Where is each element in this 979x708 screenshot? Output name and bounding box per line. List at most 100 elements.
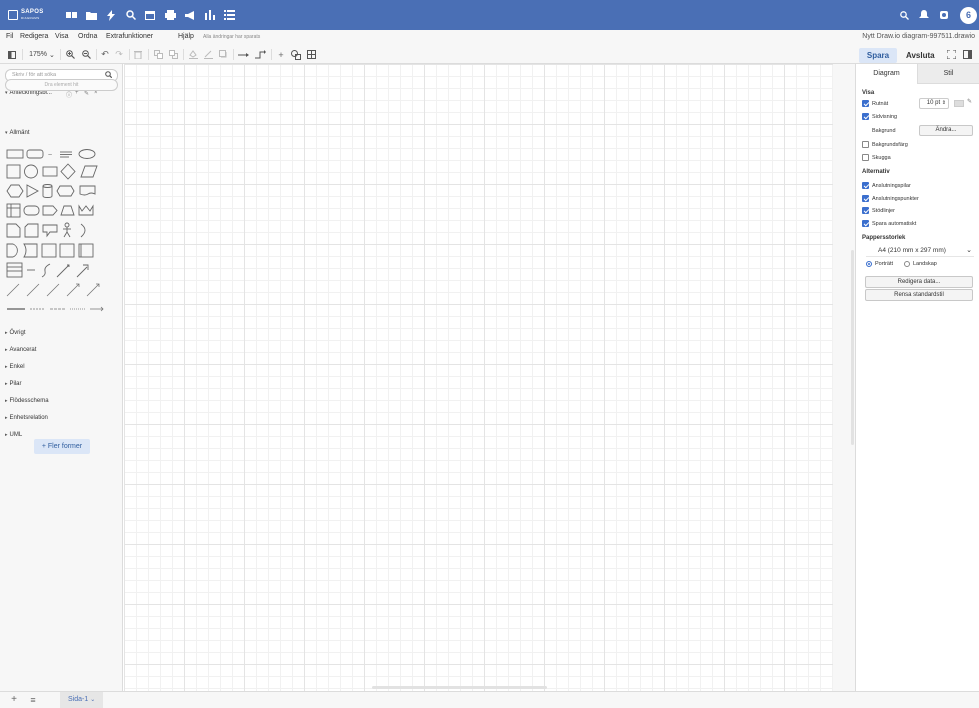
to-back-icon[interactable]	[167, 48, 179, 61]
connection-arrows-checkbox[interactable]: Anslutningspilar	[862, 182, 911, 189]
section-other[interactable]: ▸ Övrigt	[5, 330, 26, 336]
more-shapes-button[interactable]: + Fler former	[34, 439, 90, 454]
menu-arrange[interactable]: Ordna	[78, 33, 97, 40]
menu-help[interactable]: Hjälp	[178, 33, 194, 40]
actor-shape[interactable]	[63, 222, 71, 238]
printer-icon[interactable]	[163, 8, 177, 22]
user-avatar[interactable]: 6	[960, 7, 977, 24]
background-color-checkbox[interactable]: Bakgrundsfärg	[862, 141, 908, 148]
labeled-arrow-shape[interactable]	[90, 306, 104, 312]
connection-points-checkbox[interactable]: Anslutningspunkter	[862, 195, 919, 202]
horizontal-scrollbar[interactable]	[372, 686, 547, 689]
tab-diagram[interactable]: Diagram	[856, 64, 917, 84]
header-search-icon[interactable]	[897, 8, 911, 22]
fullscreen-icon[interactable]	[945, 48, 957, 61]
rectangle-shape[interactable]	[6, 149, 24, 159]
grid-checkbox[interactable]: Rutnät	[862, 100, 888, 107]
exit-button[interactable]: Avsluta	[906, 48, 935, 63]
bidirectional-arrow-shape[interactable]	[56, 264, 70, 278]
connection-arrow-icon[interactable]	[236, 48, 250, 61]
or-shape[interactable]	[80, 223, 86, 238]
general-section-header[interactable]: ▾ Allmänt	[5, 130, 30, 136]
toggle-sidebar-icon[interactable]	[5, 48, 18, 61]
internal-storage-shape[interactable]	[6, 203, 21, 218]
add-page-icon[interactable]: +	[8, 693, 20, 706]
menu-extras[interactable]: Extrafunktioner	[106, 33, 153, 40]
landscape-radio[interactable]: Landskap	[904, 261, 937, 267]
paper-size-select[interactable]: A4 (210 mm x 297 mm) ⌄	[866, 245, 974, 257]
delete-icon[interactable]	[132, 48, 144, 61]
delay-shape[interactable]	[6, 243, 18, 258]
save-status[interactable]: Alla ändringar har sparats	[203, 34, 260, 40]
zoom-in-icon[interactable]	[64, 48, 76, 61]
process-shape[interactable]	[42, 166, 58, 177]
section-entity-relation[interactable]: ▸ Enhetsrelation	[5, 415, 48, 421]
section-basic[interactable]: ▸ Enkel	[5, 364, 25, 370]
menu-file[interactable]: Fil	[6, 33, 13, 40]
section-arrows[interactable]: ▸ Pilar	[5, 381, 22, 387]
list-shape[interactable]	[6, 262, 23, 278]
shapes-icon[interactable]	[290, 48, 302, 61]
lightning-icon[interactable]	[104, 8, 118, 22]
frame-shape[interactable]	[59, 243, 75, 258]
cloud-shape[interactable]	[56, 185, 75, 197]
line-shape[interactable]	[6, 283, 20, 297]
clear-default-style-button[interactable]: Rensa standardstil	[865, 289, 973, 301]
callout-shape[interactable]	[42, 224, 58, 238]
edit-icon[interactable]: ✎	[84, 90, 89, 97]
pages-menu-icon[interactable]: ≡	[27, 693, 39, 706]
toggle-format-panel-icon[interactable]	[961, 48, 973, 61]
arrow-shape[interactable]	[76, 264, 89, 278]
menu-view[interactable]: Visa	[55, 33, 69, 40]
rounded-rectangle-shape[interactable]	[26, 149, 44, 159]
grid-color-edit-icon[interactable]: ✎	[967, 98, 972, 105]
document-shape[interactable]	[79, 185, 96, 196]
dotted-line-shape[interactable]	[46, 283, 60, 297]
shadow-checkbox[interactable]: Skugga	[862, 154, 891, 161]
guides-checkbox[interactable]: Stödlinjer	[862, 207, 895, 214]
tape-shape[interactable]	[78, 204, 94, 216]
page-view-checkbox[interactable]: Sidvisning	[862, 113, 897, 120]
save-button[interactable]: Spara	[859, 48, 897, 63]
help-icon[interactable]: ⓘ	[66, 90, 72, 99]
section-advanced[interactable]: ▸ Avancerat	[5, 347, 36, 353]
textbox-shape[interactable]	[60, 151, 72, 158]
edit-data-button[interactable]: Redigera data...	[865, 276, 973, 288]
zoom-out-icon[interactable]	[80, 48, 92, 61]
text-shape[interactable]: ~	[48, 152, 52, 159]
square-shape[interactable]	[6, 164, 21, 179]
hexagon-shape[interactable]	[6, 184, 24, 198]
change-background-button[interactable]: Ändra...	[919, 125, 973, 136]
section-flowchart[interactable]: ▸ Flödesschema	[5, 398, 49, 404]
scratchpad-dropzone[interactable]: Dra element hit	[5, 79, 118, 91]
table-icon[interactable]	[305, 48, 317, 61]
notifications-icon[interactable]	[917, 8, 931, 22]
grid-view-icon[interactable]	[64, 8, 78, 22]
swimlane-shape[interactable]	[78, 243, 94, 258]
curve-shape[interactable]	[41, 263, 51, 278]
diagram-canvas[interactable]	[124, 64, 833, 691]
card-shape[interactable]	[24, 223, 39, 238]
megaphone-icon[interactable]	[183, 8, 197, 22]
settings-icon[interactable]	[937, 8, 951, 22]
redo-icon[interactable]: ↷	[113, 48, 125, 61]
document-title[interactable]: Nytt Draw.io diagram-997511.drawio	[862, 33, 975, 40]
list-icon[interactable]	[222, 8, 236, 22]
circle-shape[interactable]	[24, 164, 38, 179]
grid-size-input[interactable]: 10 pt ⇕	[919, 98, 949, 109]
step-shape[interactable]	[42, 205, 58, 216]
triangle-shape[interactable]	[26, 184, 39, 198]
data-storage-shape[interactable]	[23, 243, 38, 258]
line-color-icon[interactable]	[202, 48, 214, 61]
app-logo[interactable]: SAPOS DIAGRAMS	[8, 9, 44, 21]
insert-plus-icon[interactable]: +	[275, 48, 287, 61]
parallelogram-shape[interactable]	[80, 165, 98, 178]
portrait-radio[interactable]: Porträtt	[866, 261, 893, 267]
undo-icon[interactable]: ↶	[99, 48, 111, 61]
tab-page-1[interactable]: Sida-1 ⌄	[60, 692, 104, 708]
terminator-shape[interactable]	[23, 205, 40, 216]
vertical-scrollbar[interactable]	[851, 250, 854, 445]
directional-connector-shape[interactable]	[66, 283, 80, 297]
fill-color-icon[interactable]	[187, 48, 199, 61]
note-shape[interactable]	[6, 223, 21, 238]
